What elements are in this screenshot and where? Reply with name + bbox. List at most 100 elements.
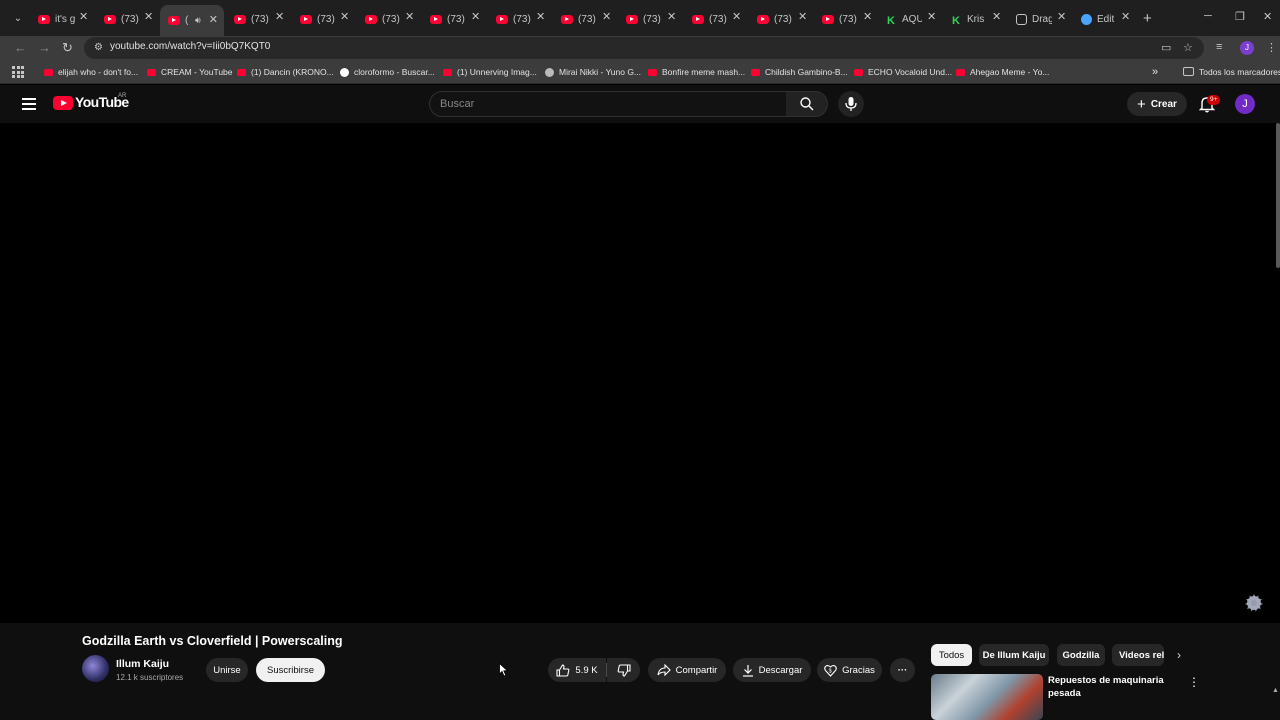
close-tab-icon[interactable]: ✕ xyxy=(209,13,218,26)
minimize-icon[interactable]: ─ xyxy=(1204,10,1212,22)
browser-tab[interactable]: (73) xyxy=(104,9,141,29)
profile-avatar[interactable]: J xyxy=(1240,41,1254,55)
channel-avatar[interactable] xyxy=(82,655,109,682)
address-bar[interactable]: ⚙ youtube.com/watch?v=Iii0bQ7KQT0 xyxy=(84,37,1204,59)
tab-search-button[interactable]: ⌄ xyxy=(8,10,28,28)
like-button[interactable]: 5.9 K xyxy=(548,658,606,682)
close-tab-icon[interactable]: ✕ xyxy=(144,10,153,23)
close-tab-icon[interactable]: ✕ xyxy=(1057,10,1066,23)
chip-godzilla[interactable]: Godzilla xyxy=(1057,644,1105,666)
all-bookmarks-button[interactable]: Todos los marcadores xyxy=(1199,65,1280,79)
bookmark-item[interactable]: Bonfire meme mash... xyxy=(648,65,745,79)
close-tab-icon[interactable]: ✕ xyxy=(536,10,545,23)
chevron-right-icon[interactable]: › xyxy=(1177,648,1181,662)
search-button[interactable] xyxy=(786,91,828,117)
bookmarks-overflow-button[interactable]: » xyxy=(1152,65,1158,79)
browser-tab[interactable]: (73) xyxy=(300,9,337,29)
account-avatar[interactable]: J xyxy=(1235,94,1255,114)
site-info-icon[interactable]: ⚙ xyxy=(94,42,106,54)
browser-tab[interactable]: (73) xyxy=(626,9,663,29)
browser-tab[interactable]: K Kris xyxy=(952,9,987,29)
subscribe-button[interactable]: Suscribirse xyxy=(256,658,325,682)
browser-tab-active[interactable]: ( 🔊︎ ✕ xyxy=(160,5,224,36)
chip-from-channel[interactable]: De Illum Kaiju xyxy=(979,644,1049,666)
youtube-icon xyxy=(496,14,508,24)
speaker-icon[interactable]: 🔊︎ xyxy=(195,15,201,26)
join-button[interactable]: Unirse xyxy=(206,658,248,682)
recommendation-title[interactable]: Repuestos de maquinaria pesada xyxy=(1048,674,1178,700)
recommendation-thumbnail[interactable] xyxy=(931,674,1043,720)
extension-overlay-icon[interactable] xyxy=(1243,593,1265,613)
close-tab-icon[interactable]: ✕ xyxy=(275,10,284,23)
close-tab-icon[interactable]: ✕ xyxy=(79,10,88,23)
bookmark-item[interactable]: Mirai Nikki - Yuno G... xyxy=(545,65,641,79)
search-input[interactable]: Buscar xyxy=(429,91,787,117)
browser-tab[interactable]: (73) xyxy=(692,9,729,29)
browser-tab[interactable]: Drag xyxy=(1016,9,1052,29)
browser-tab[interactable]: (73) xyxy=(365,9,402,29)
install-app-icon[interactable]: ▭ xyxy=(1161,41,1171,54)
media-controls-icon[interactable]: ≡ xyxy=(1216,41,1222,53)
bookmark-item[interactable]: elijah who - don't fo... xyxy=(44,65,138,79)
youtube-logo-icon[interactable] xyxy=(53,96,73,110)
bookmark-item[interactable]: (1) Unnerving Imag... xyxy=(443,65,537,79)
thanks-button[interactable]: $ Gracias xyxy=(817,658,882,682)
browser-tab[interactable]: (73) xyxy=(757,9,794,29)
channel-name[interactable]: Illum Kaiju xyxy=(116,658,169,670)
browser-tab[interactable]: K AQU xyxy=(887,9,922,29)
new-tab-button[interactable]: + xyxy=(1143,10,1152,27)
browser-tab[interactable]: it's g xyxy=(38,9,75,29)
forward-icon[interactable]: → xyxy=(38,40,51,55)
scroll-down-arrow-icon[interactable]: ▲ xyxy=(1272,687,1279,694)
chip-related[interactable]: Videos rel xyxy=(1112,644,1164,666)
youtube-icon xyxy=(104,14,116,24)
close-tab-icon[interactable]: ✕ xyxy=(732,10,741,23)
close-tab-icon[interactable]: ✕ xyxy=(992,10,1001,23)
more-actions-button[interactable]: ··· xyxy=(890,658,915,682)
close-tab-icon[interactable]: ✕ xyxy=(602,10,611,23)
video-player[interactable] xyxy=(0,123,1280,623)
browser-tab[interactable]: (73) xyxy=(234,9,271,29)
bookmark-item[interactable]: ECHO Vocaloid Und... xyxy=(854,65,952,79)
close-tab-icon[interactable]: ✕ xyxy=(405,10,414,23)
close-tab-icon[interactable]: ✕ xyxy=(1121,10,1130,23)
apps-grid-icon[interactable] xyxy=(12,66,24,78)
more-options-icon[interactable]: ⋮ xyxy=(1188,675,1200,689)
voice-search-button[interactable] xyxy=(838,91,864,117)
close-tab-icon[interactable]: ✕ xyxy=(471,10,480,23)
bookmark-item[interactable]: cloroformo - Buscar... xyxy=(340,65,435,79)
bookmark-item[interactable]: CREAM - YouTube xyxy=(147,65,233,79)
close-window-icon[interactable]: ✕ xyxy=(1263,10,1272,23)
browser-tab[interactable]: (73) xyxy=(496,9,533,29)
share-button[interactable]: Compartir xyxy=(648,658,726,682)
browser-tab[interactable]: (73) xyxy=(430,9,467,29)
bookmark-star-icon[interactable]: ☆ xyxy=(1183,41,1193,54)
close-tab-icon[interactable]: ✕ xyxy=(798,10,807,23)
youtube-icon xyxy=(757,14,769,24)
page-scrollbar[interactable] xyxy=(1276,123,1280,268)
menu-icon[interactable] xyxy=(22,98,36,113)
close-tab-icon[interactable]: ✕ xyxy=(340,10,349,23)
bookmark-item[interactable]: Childish Gambino-B... xyxy=(751,65,848,79)
url-text[interactable]: youtube.com/watch?v=Iii0bQ7KQT0 xyxy=(110,41,270,52)
back-icon[interactable]: ← xyxy=(14,40,27,55)
reload-icon[interactable]: ↻ xyxy=(62,40,73,56)
bookmark-item[interactable]: Ahegao Meme - Yo... xyxy=(956,65,1049,79)
dislike-button[interactable] xyxy=(607,658,640,682)
browser-tab[interactable]: (73) xyxy=(561,9,598,29)
browser-tab[interactable]: Edit xyxy=(1081,9,1117,29)
youtube-icon xyxy=(38,14,50,24)
close-tab-icon[interactable]: ✕ xyxy=(667,10,676,23)
youtube-icon xyxy=(365,14,377,24)
close-tab-icon[interactable]: ✕ xyxy=(927,10,936,23)
chip-all[interactable]: Todos xyxy=(931,644,972,666)
close-tab-icon[interactable]: ✕ xyxy=(863,10,872,23)
browser-tab[interactable]: (73) xyxy=(822,9,859,29)
like-count: 5.9 K xyxy=(575,664,598,676)
download-button[interactable]: Descargar xyxy=(733,658,811,682)
bookmark-item[interactable]: (1) Dancin (KRONO... xyxy=(237,65,334,79)
create-button[interactable]: + Crear xyxy=(1127,92,1187,116)
menu-kebab-icon[interactable]: ⋮ xyxy=(1266,41,1277,54)
restore-icon[interactable]: ❐ xyxy=(1235,10,1245,23)
youtube-icon xyxy=(430,14,442,24)
